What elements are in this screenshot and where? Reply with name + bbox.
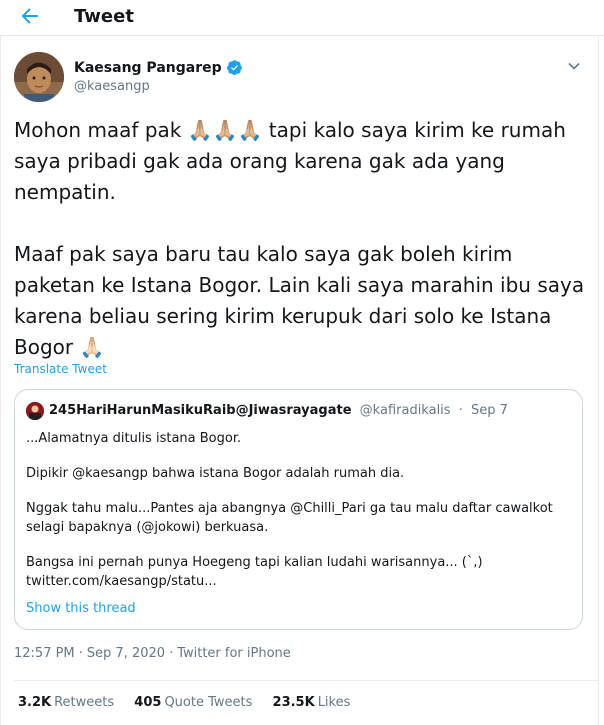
quoted-link[interactable]: twitter.com/kaesangp/statu... [26,572,574,591]
author-row: Kaesang Pangarep [74,59,243,76]
tweet-source[interactable]: Twitter for iPhone [177,646,291,661]
quoted-tweet[interactable]: 245HariHarunMasikuRaib@Jiwasrayagate @ka… [14,389,583,630]
tweet-date[interactable]: Sep 7, 2020 [87,646,165,661]
quoted-date[interactable]: Sep 7 [471,403,508,418]
column-border-right [598,36,599,725]
quoted-paragraph: Bangsa ini pernah punya Hoegeng tapi kal… [26,555,483,570]
translate-tweet-link[interactable]: Translate Tweet [14,362,107,376]
tweet-time[interactable]: 12:57 PM [14,646,75,661]
avatar[interactable] [14,52,64,102]
timestamp-separator: · [78,646,83,661]
quote-tweets-count: 405 [134,695,162,710]
column-border-left [0,36,1,725]
quoted-author-handle[interactable]: @kafiradikalis [360,403,451,418]
quoted-author-name[interactable]: 245HariHarunMasikuRaib@Jiwasrayagate [49,403,352,418]
top-bar: Tweet [0,0,604,36]
show-thread-link[interactable]: Show this thread [26,601,136,616]
page-title: Tweet [74,6,134,27]
author-name[interactable]: Kaesang Pangarep [74,60,222,76]
quoted-paragraph: Dipikir @kaesangp bahwa istana Bogor ada… [26,466,405,481]
verified-badge-icon [226,60,242,76]
quoted-paragraph: Nggak tahu malu...Pantes aja abangnya @C… [26,501,553,535]
quoted-avatar[interactable] [26,402,44,420]
quoted-paragraph: ...Alamatnya ditulis istana Bogor. [26,431,242,446]
quoted-separator: · [458,403,463,418]
engagement-stats: 3.2K Retweets 405 Quote Tweets 23.5K Likes [18,695,366,710]
retweets-count: 3.2K [18,695,52,710]
folded-hands-emoji: 🙏🏼🙏🏼🙏🏼 [187,118,263,142]
quote-tweets-label: Quote Tweets [164,695,253,710]
retweets-stat[interactable]: 3.2K Retweets [18,695,114,710]
quote-tweets-stat[interactable]: 405 Quote Tweets [134,695,252,710]
folded-hands-emoji-2: 🙏🏻 [79,335,105,359]
retweets-label: Retweets [54,695,115,710]
tweet-text: Mohon maaf pak 🙏🏼🙏🏼🙏🏼 tapi kalo saya kir… [14,115,594,363]
quoted-header: 245HariHarunMasikuRaib@Jiwasrayagate @ka… [49,403,508,418]
tweet-timestamp: 12:57 PM · Sep 7, 2020 · Twitter for iPhone [14,646,291,661]
author-handle[interactable]: @kaesangp [74,79,150,94]
chevron-down-icon[interactable] [566,58,582,74]
divider [14,680,598,681]
arrow-left-icon[interactable] [18,4,44,30]
tweet-line1: Mohon maaf pak [14,118,188,142]
quoted-text: ...Alamatnya ditulis istana Bogor. Dipik… [26,429,574,591]
likes-count: 23.5K [272,695,315,710]
timestamp-separator: · [169,646,174,661]
likes-label: Likes [317,695,351,710]
likes-stat[interactable]: 23.5K Likes [273,695,351,710]
